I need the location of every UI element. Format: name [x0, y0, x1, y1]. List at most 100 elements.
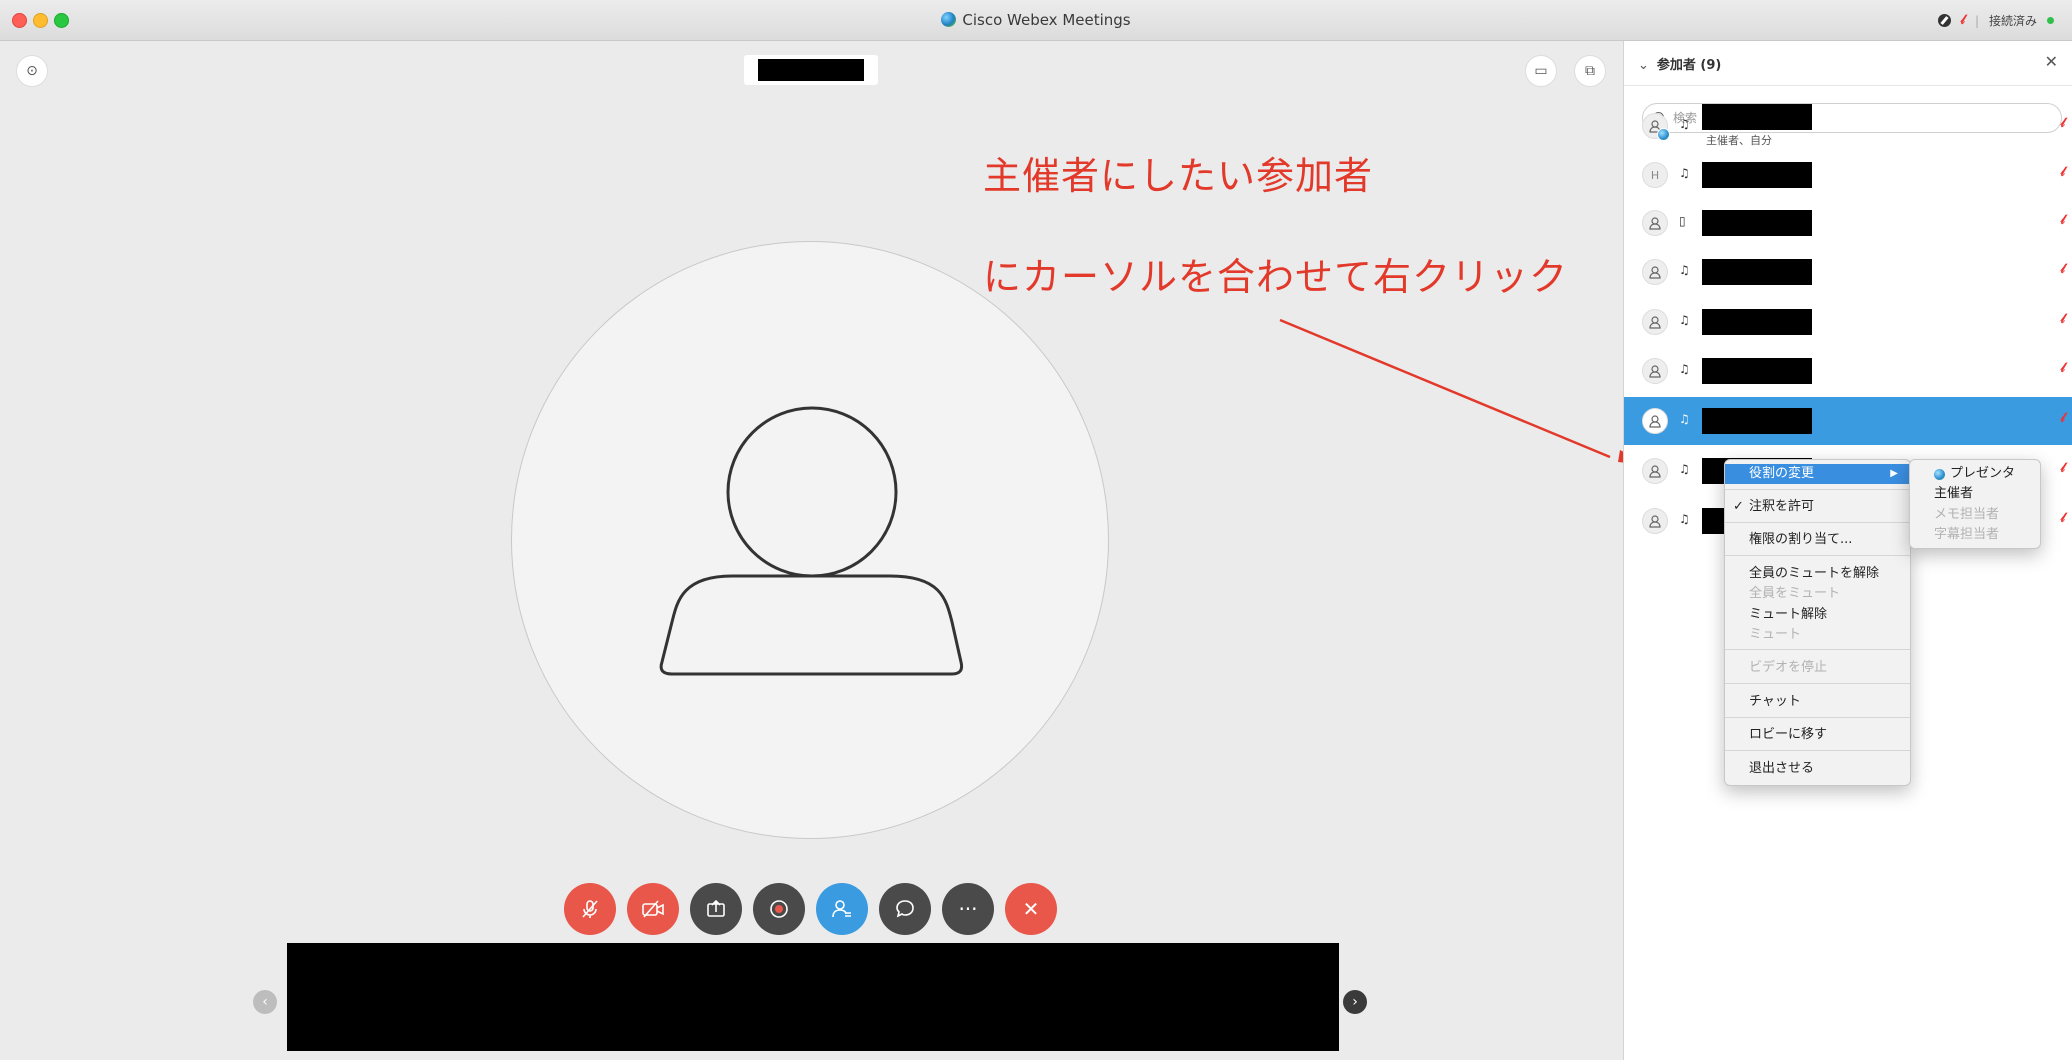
menu-item-label: 全員のミュートを解除 [1749, 566, 1880, 581]
submenu-item-label: プレゼンタ [1950, 466, 2016, 481]
participant-row[interactable]: ♫ 𝓁 [1624, 397, 2072, 445]
person-icon [659, 406, 964, 676]
redacted-participant-name [1702, 104, 1812, 130]
menu-item-label: ロビーに移す [1749, 727, 1828, 742]
menu-item[interactable]: チャット [1725, 692, 1910, 712]
next-page-button[interactable]: › [1343, 990, 1367, 1014]
window-title: Cisco Webex Meetings [0, 11, 2072, 29]
mic-muted-icon[interactable]: 𝓁 [2061, 411, 2065, 426]
participant-row[interactable]: H ♫ 𝓁 [1624, 151, 2072, 199]
leave-button[interactable]: ✕ [1005, 883, 1057, 935]
menu-item: ミュート [1725, 625, 1910, 645]
person-icon [1642, 309, 1668, 335]
mic-muted-icon[interactable]: 𝓁 [2061, 361, 2065, 376]
submenu-item[interactable]: 主催者 [1910, 484, 2040, 504]
submenu-item-label: 主催者 [1934, 486, 1974, 501]
redacted-participant-name [1702, 408, 1812, 434]
submenu-item: メモ担当者 [1910, 505, 2040, 525]
presenter-icon [1657, 128, 1670, 141]
menu-item[interactable]: ロビーに移す [1725, 725, 1910, 745]
mic-muted-icon[interactable]: 𝓁 [2061, 461, 2065, 476]
participants-button[interactable] [816, 883, 868, 935]
pop-out-icon[interactable]: ⧉ [1574, 55, 1606, 87]
menu-separator [1725, 717, 1910, 718]
annotation-line-1: 主催者にしたい参加者 [983, 154, 1374, 198]
menu-item[interactable]: ✓ 注釈を許可 [1725, 497, 1910, 517]
chevron-down-icon[interactable]: ⌄ [1638, 58, 1649, 73]
mic-muted-icon[interactable]: 𝓁 [2061, 213, 2065, 228]
mute-button[interactable] [564, 883, 616, 935]
menu-item[interactable]: 権限の割り当て... [1725, 530, 1910, 550]
panel-header[interactable]: ⌄ 参加者 (9) [1638, 54, 1721, 73]
participant-row[interactable]: ♫ 主催者、自分 𝓁 [1624, 102, 2072, 150]
person-icon [1642, 508, 1668, 534]
connection-status-label: 接続済み [1988, 14, 2037, 28]
headset-icon: ♫ [1679, 362, 1690, 376]
chat-icon [896, 900, 914, 918]
participant-row[interactable]: ♫ 𝓁 [1624, 347, 2072, 395]
connection-status: 𝓁 | 接続済み [1937, 12, 2054, 29]
menu-item-label: 注釈を許可 [1749, 499, 1815, 514]
menu-item[interactable]: 退出させる [1725, 759, 1910, 779]
video-off-icon [642, 900, 664, 918]
submenu-arrow-icon: ▶ [1890, 468, 1898, 479]
menu-separator [1725, 750, 1910, 751]
mic-muted-icon[interactable]: 𝓁 [2061, 262, 2065, 277]
layout-icon[interactable]: ▭ [1525, 55, 1557, 87]
menu-separator [1725, 649, 1910, 650]
panel-close-icon[interactable]: ✕ [2045, 52, 2058, 71]
menu-item[interactable]: 役割の変更 ▶ [1725, 464, 1910, 484]
chat-button[interactable] [879, 883, 931, 935]
video-button[interactable] [627, 883, 679, 935]
menu-item-label: ミュート [1749, 627, 1802, 642]
mic-muted-icon[interactable]: 𝓁 [2061, 511, 2065, 526]
menu-item: ビデオを停止 [1725, 658, 1910, 678]
divider: | [1974, 13, 1979, 28]
participant-row[interactable]: ♫ 𝓁 [1624, 298, 2072, 346]
redacted-filmstrip [287, 943, 1339, 1051]
share-button[interactable] [690, 883, 742, 935]
headset-icon: ♫ [1679, 462, 1690, 476]
participants-icon [832, 900, 851, 918]
menu-item-label: 役割の変更 [1749, 466, 1815, 481]
person-icon [1642, 458, 1668, 484]
participant-row[interactable]: ♫ 𝓁 [1624, 248, 2072, 296]
headset-icon: ♫ [1679, 166, 1690, 180]
mic-muted-icon[interactable]: 𝓁 [2061, 312, 2065, 327]
redacted-participant-name [1702, 259, 1812, 285]
phone-icon: ▯ [1679, 214, 1686, 228]
menu-item[interactable]: ミュート解除 [1725, 605, 1910, 625]
menu-separator [1725, 489, 1910, 490]
meeting-info-icon[interactable]: ⊙ [16, 55, 48, 87]
more-icon: ··· [958, 897, 978, 921]
person-icon [1642, 210, 1668, 236]
person-icon [1642, 408, 1668, 434]
menu-item: 全員をミュート [1725, 584, 1910, 604]
headset-icon: ♫ [1679, 412, 1690, 426]
submenu-item[interactable]: プレゼンタ [1910, 464, 2040, 484]
compass-icon[interactable] [1937, 14, 1951, 27]
record-icon [770, 900, 788, 918]
menu-item-label: ミュート解除 [1749, 607, 1828, 622]
mic-off-icon [582, 900, 598, 918]
menu-item-label: 全員をミュート [1749, 586, 1841, 601]
participant-row[interactable]: ▯ 𝓁 [1624, 199, 2072, 247]
menu-item-label: チャット [1749, 694, 1801, 709]
divider [1624, 85, 2072, 86]
headset-icon: ♫ [1679, 313, 1690, 327]
mic-muted-icon[interactable]: 𝓁 [2061, 116, 2065, 131]
menu-item[interactable]: 全員のミュートを解除 [1725, 564, 1910, 584]
connected-dot-icon [2047, 17, 2054, 24]
redacted-participant-name [1702, 309, 1812, 335]
record-button[interactable] [753, 883, 805, 935]
mic-muted-icon: 𝓁 [1960, 13, 1965, 28]
menu-item-label: 権限の割り当て... [1749, 532, 1853, 547]
context-menu: 役割の変更 ▶ ✓ 注釈を許可権限の割り当て... 全員のミュートを解除 全員をミュートミ… [1724, 459, 1911, 786]
redacted-participant-name [1702, 358, 1812, 384]
more-button[interactable]: ··· [942, 883, 994, 935]
video-stage: ⊙ ▭ ⧉ 主催者にしたい参加者 にカーソルを合わせて右クリック ··· ✕ ‹… [0, 41, 1622, 1060]
participant-role-label: 主催者、自分 [1706, 134, 1772, 147]
mic-muted-icon[interactable]: 𝓁 [2061, 165, 2065, 180]
headset-icon: ♫ [1679, 117, 1690, 131]
prev-page-button[interactable]: ‹ [253, 990, 277, 1014]
